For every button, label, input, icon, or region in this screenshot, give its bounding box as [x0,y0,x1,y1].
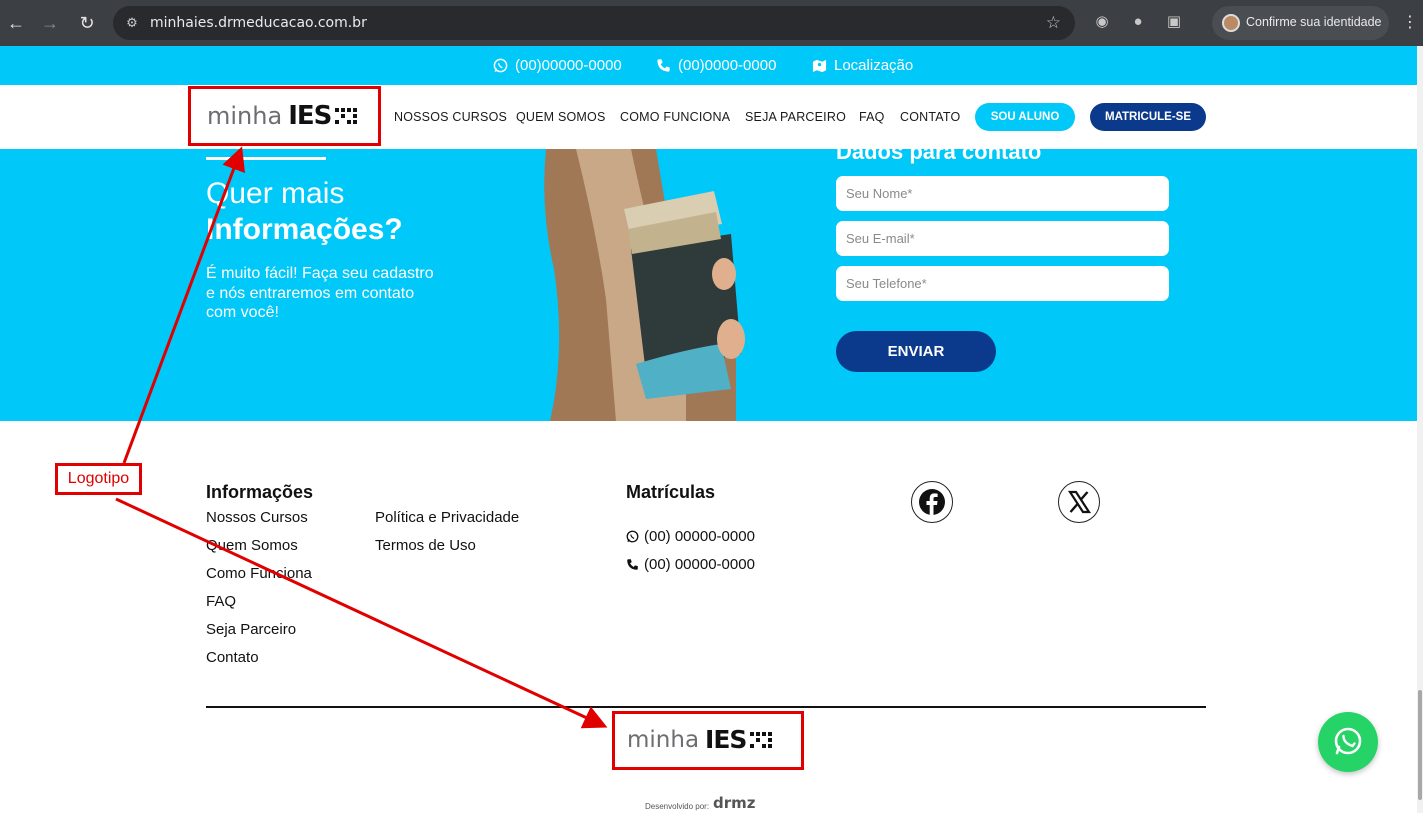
enroll-button[interactable]: MATRICULE-SE [1090,103,1206,131]
nav-nossos-cursos[interactable]: NOSSOS CURSOS [394,110,507,124]
nav-faq[interactable]: FAQ [859,110,885,124]
whatsapp-icon [493,58,508,73]
nav-quem-somos[interactable]: QUEM SOMOS [516,110,606,124]
student-photo [544,149,746,421]
site-settings-icon[interactable]: ⚙ [123,14,141,32]
topbar-whatsapp-number: (00)00000-0000 [515,57,622,74]
phone-icon [627,559,638,570]
nav-como-funciona[interactable]: COMO FUNCIONA [620,110,730,124]
annotation-box-footer-logo [612,711,804,770]
hero-title-light: Quer mais [206,177,345,210]
x-icon[interactable] [1058,481,1100,523]
browser-toolbar: ← → ↻ ⚙ minhaies.drmeducacao.com.br ☆ ◉ … [0,0,1423,46]
student-button[interactable]: SOU ALUNO [975,103,1075,131]
map-icon [812,59,827,73]
topbar-phone[interactable]: (00)0000-0000 [656,57,776,74]
annotation-box-header-logo [188,86,381,146]
footer-phone-number: (00) 00000-0000 [644,556,755,573]
back-icon[interactable]: ← [4,11,28,35]
top-contact-bar: (00)00000-0000 (00)0000-0000 Localização [0,46,1417,85]
footer-link-faq[interactable]: FAQ [206,593,236,610]
credit-label: Desenvolvido por: [645,802,710,811]
profile-button[interactable]: Confirme sua identidade [1212,6,1389,40]
send-button[interactable]: ENVIAR [836,331,996,372]
scrollbar-thumb[interactable] [1418,690,1422,800]
whatsapp-float-button[interactable] [1318,712,1378,772]
reload-icon[interactable]: ↻ [75,11,99,35]
topbar-whatsapp[interactable]: (00)00000-0000 [493,57,622,74]
address-url[interactable]: minhaies.drmeducacao.com.br [150,15,367,31]
name-field[interactable] [836,176,1169,211]
bookmark-star-icon[interactable]: ☆ [1046,13,1061,33]
footer-link-contato[interactable]: Contato [206,649,259,666]
footer-link-privacidade[interactable]: Política e Privacidade [375,509,519,526]
annotation-label: Logotipo [55,463,142,495]
account-extension-icon[interactable]: ● [1128,12,1148,32]
topbar-phone-number: (00)0000-0000 [678,57,777,74]
hero-title-bold: Informações? [206,213,403,246]
address-bar[interactable]: ⚙ minhaies.drmeducacao.com.br ☆ [113,6,1075,40]
footer-link-como-funciona[interactable]: Como Funciona [206,565,312,582]
hero-text: É muito fácil! Faça seu cadastro e nós e… [206,265,434,321]
nav-seja-parceiro[interactable]: SEJA PARCEIRO [745,110,846,124]
email-field[interactable] [836,221,1169,256]
whatsapp-icon [1334,727,1362,755]
facebook-icon[interactable] [911,481,953,523]
developer-credit[interactable]: Desenvolvido por: drmz [645,794,756,812]
info-hero: Quer mais Informações? É muito fácil! Fa… [0,149,1417,421]
footer-whatsapp[interactable]: (00) 00000-0000 [626,528,755,545]
footer-link-seja-parceiro[interactable]: Seja Parceiro [206,621,296,638]
avatar [1222,14,1240,32]
topbar-location-label: Localização [834,57,914,74]
footer-info-title: Informações [206,482,314,502]
footer-whatsapp-number: (00) 00000-0000 [644,528,755,545]
footer-phone[interactable]: (00) 00000-0000 [626,556,755,573]
browser-menu-icon[interactable]: ⋮ [1402,12,1418,32]
footer-enroll-title: Matrículas [626,482,716,502]
footer-link-nossos-cursos[interactable]: Nossos Cursos [206,509,308,526]
phone-icon [657,59,670,72]
hero-accent-line [206,157,326,160]
topbar-location[interactable]: Localização [812,57,913,74]
profile-label: Confirme sua identidade [1246,15,1382,29]
credit-brand: drmz [713,794,756,812]
extensions-puzzle-icon[interactable]: ▣ [1164,12,1184,32]
whatsapp-icon [626,530,639,543]
footer-divider [206,706,1206,708]
camera-extension-icon[interactable]: ◉ [1092,12,1112,32]
nav-contato[interactable]: CONTATO [900,110,960,124]
footer-link-quem-somos[interactable]: Quem Somos [206,537,298,554]
footer-link-termos[interactable]: Termos de Uso [375,537,476,554]
phone-field[interactable] [836,266,1169,301]
forward-icon[interactable]: → [38,11,62,35]
form-title: Dados para contato [836,149,1042,164]
